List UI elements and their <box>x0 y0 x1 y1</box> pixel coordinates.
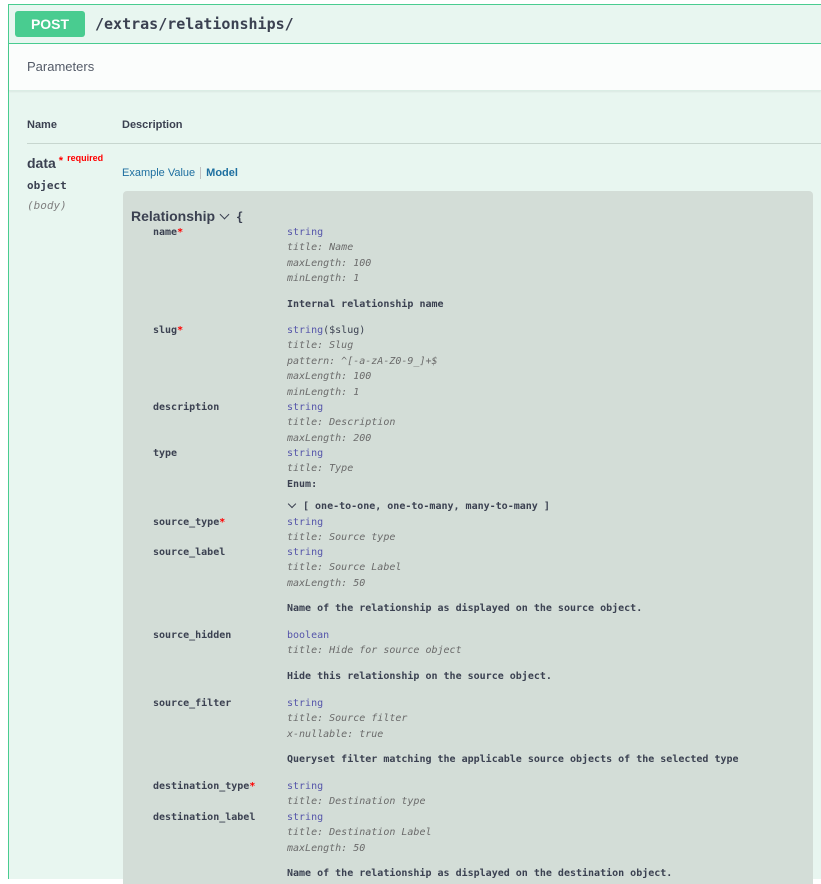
model-title[interactable]: Relationship { <box>131 208 243 224</box>
property-description: Enum: <box>287 478 318 490</box>
property-name: type <box>153 448 177 459</box>
property-attribute: maxLength: 100 <box>287 371 372 383</box>
property-type: string <box>287 547 324 558</box>
property-attribute: maxLength: 50 <box>287 577 366 589</box>
property-name-text: destination_type <box>153 781 250 792</box>
required-star: * <box>249 781 256 792</box>
property-attribute: minLength: 1 <box>287 386 360 398</box>
chevron-down-icon[interactable] <box>287 499 297 509</box>
property-name-text: source_type <box>153 517 220 528</box>
property-name: source_type* <box>153 517 225 528</box>
property-name-text: name <box>153 227 178 238</box>
property-description: Name of the relationship as displayed on… <box>287 603 643 615</box>
property-name: slug* <box>153 325 183 336</box>
property-attribute: x-nullable: true <box>287 728 384 740</box>
property-name-text: source_filter <box>153 698 232 709</box>
property-name-text: description <box>153 402 220 413</box>
property-attribute: pattern: ^[-a-zA-Z0-9_]+$ <box>287 355 438 367</box>
model-title-text: Relationship <box>131 208 216 224</box>
property-name: destination_label <box>153 812 255 823</box>
param-name: data * required <box>27 153 104 171</box>
operation-summary[interactable]: POST /extras/relationships/ <box>9 5 821 44</box>
property-name: source_filter <box>153 698 231 709</box>
property-name-text: destination_label <box>153 812 256 823</box>
param-type: object <box>27 179 67 192</box>
property-name: destination_type* <box>153 781 255 792</box>
property-type: string <box>287 227 324 238</box>
property-name: source_label <box>153 547 225 558</box>
property-name-text: slug <box>153 325 178 336</box>
property-attribute: title: Destination type <box>287 796 426 808</box>
required-star: * <box>177 227 184 238</box>
property-type: boolean <box>287 630 330 641</box>
property-description: Name of the relationship as displayed on… <box>287 868 673 880</box>
property-attribute: title: Description <box>287 417 396 429</box>
property-name: name* <box>153 227 183 238</box>
property-description: Internal relationship name <box>287 298 444 310</box>
property-description: Hide this relationship on the source obj… <box>287 670 552 682</box>
property-name: source_hidden <box>153 630 231 641</box>
column-header-name: Name <box>27 119 57 131</box>
property-type: string <box>287 812 324 823</box>
chevron-down-icon[interactable] <box>219 209 230 220</box>
property-attribute: title: Hide for source object <box>287 645 462 657</box>
property-name: description <box>153 402 219 413</box>
operation-block: POST /extras/relationships/ Parameters N… <box>8 4 821 884</box>
param-name-text: data <box>27 155 56 171</box>
endpoint-path: /extras/relationships/ <box>95 15 294 33</box>
property-attribute: title: Source type <box>287 532 396 544</box>
required-star: * <box>219 517 226 528</box>
tab-model[interactable]: Model <box>206 167 238 179</box>
required-label: required <box>67 153 104 163</box>
required-star: * <box>58 155 64 167</box>
property-type: string($slug) <box>287 325 366 336</box>
property-attribute: title: Source Label <box>287 562 402 574</box>
property-description: Queryset filter matching the applicable … <box>287 754 739 766</box>
required-star: * <box>177 325 184 336</box>
property-attribute: title: Name <box>287 242 354 254</box>
property-name-text: source_label <box>153 547 226 558</box>
property-type: string <box>287 781 324 792</box>
parameters-title: Parameters <box>27 59 95 74</box>
property-name-text: source_hidden <box>153 630 232 641</box>
property-attribute: maxLength: 100 <box>287 257 372 269</box>
tab-divider <box>200 167 202 180</box>
header-divider <box>27 143 821 144</box>
method-badge: POST <box>15 11 85 37</box>
property-attribute: title: Source filter <box>287 713 408 725</box>
property-attribute: title: Slug <box>287 340 354 352</box>
column-header-description: Description <box>122 119 183 131</box>
property-type: string <box>287 402 324 413</box>
property-attribute: minLength: 1 <box>287 273 360 285</box>
enum-values: [ one-to-one, one-to-many, many-to-many … <box>281 499 550 512</box>
property-type: string <box>287 517 324 528</box>
property-type: string <box>287 698 324 709</box>
property-attribute: maxLength: 200 <box>287 432 372 444</box>
property-name-text: type <box>153 448 178 459</box>
tab-example-value[interactable]: Example Value <box>122 167 195 179</box>
property-attribute: title: Destination Label <box>287 827 432 839</box>
schema-tabs: Example Value Model <box>122 167 238 180</box>
param-location: (body) <box>27 199 67 212</box>
model-box: Relationship{ name* string title: Name maxL… <box>123 191 813 884</box>
property-type: string <box>287 448 324 459</box>
property-attribute: title: Type <box>287 463 354 475</box>
parameters-header: Parameters <box>9 44 821 91</box>
open-brace: { <box>236 210 244 224</box>
property-attribute: maxLength: 50 <box>287 842 366 854</box>
